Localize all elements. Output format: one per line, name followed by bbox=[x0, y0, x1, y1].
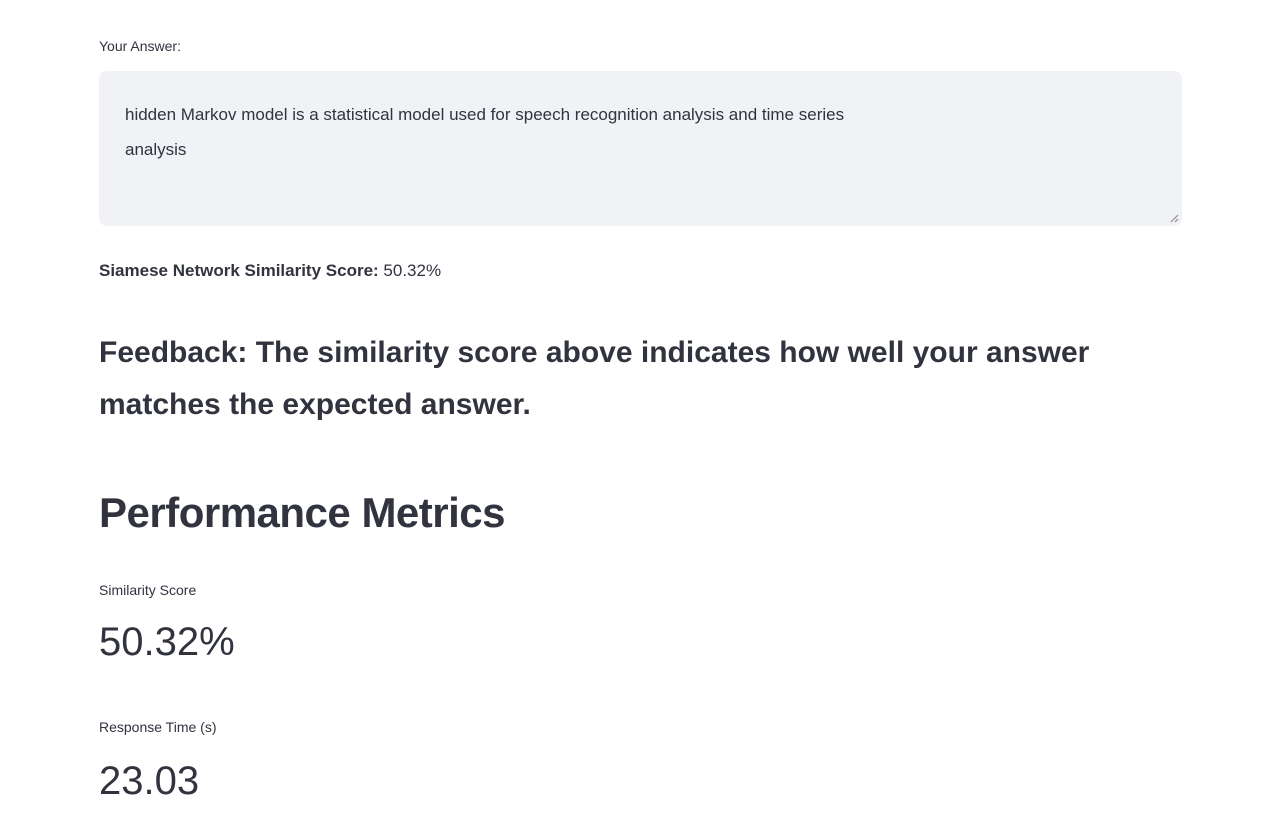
answer-input-label: Your Answer: bbox=[99, 38, 181, 54]
metric-response-time-value: 23.03 bbox=[99, 759, 200, 803]
similarity-score-label: Siamese Network Similarity Score: bbox=[99, 261, 379, 280]
similarity-score-value: 50.32% bbox=[383, 261, 442, 280]
answer-textarea-value[interactable]: hidden Markov model is a statistical mod… bbox=[125, 97, 1145, 167]
resize-handle-icon[interactable] bbox=[1169, 213, 1179, 223]
feedback-heading: Feedback: The similarity score above ind… bbox=[99, 336, 1090, 421]
metric-similarity-label: Similarity Score bbox=[99, 582, 197, 598]
similarity-score-line: Siamese Network Similarity Score: 50.32% bbox=[99, 258, 441, 284]
metric-similarity-value: 50.32% bbox=[99, 620, 235, 664]
metric-response-time-label: Response Time (s) bbox=[99, 719, 217, 735]
performance-metrics-title: Performance Metrics bbox=[99, 489, 506, 536]
